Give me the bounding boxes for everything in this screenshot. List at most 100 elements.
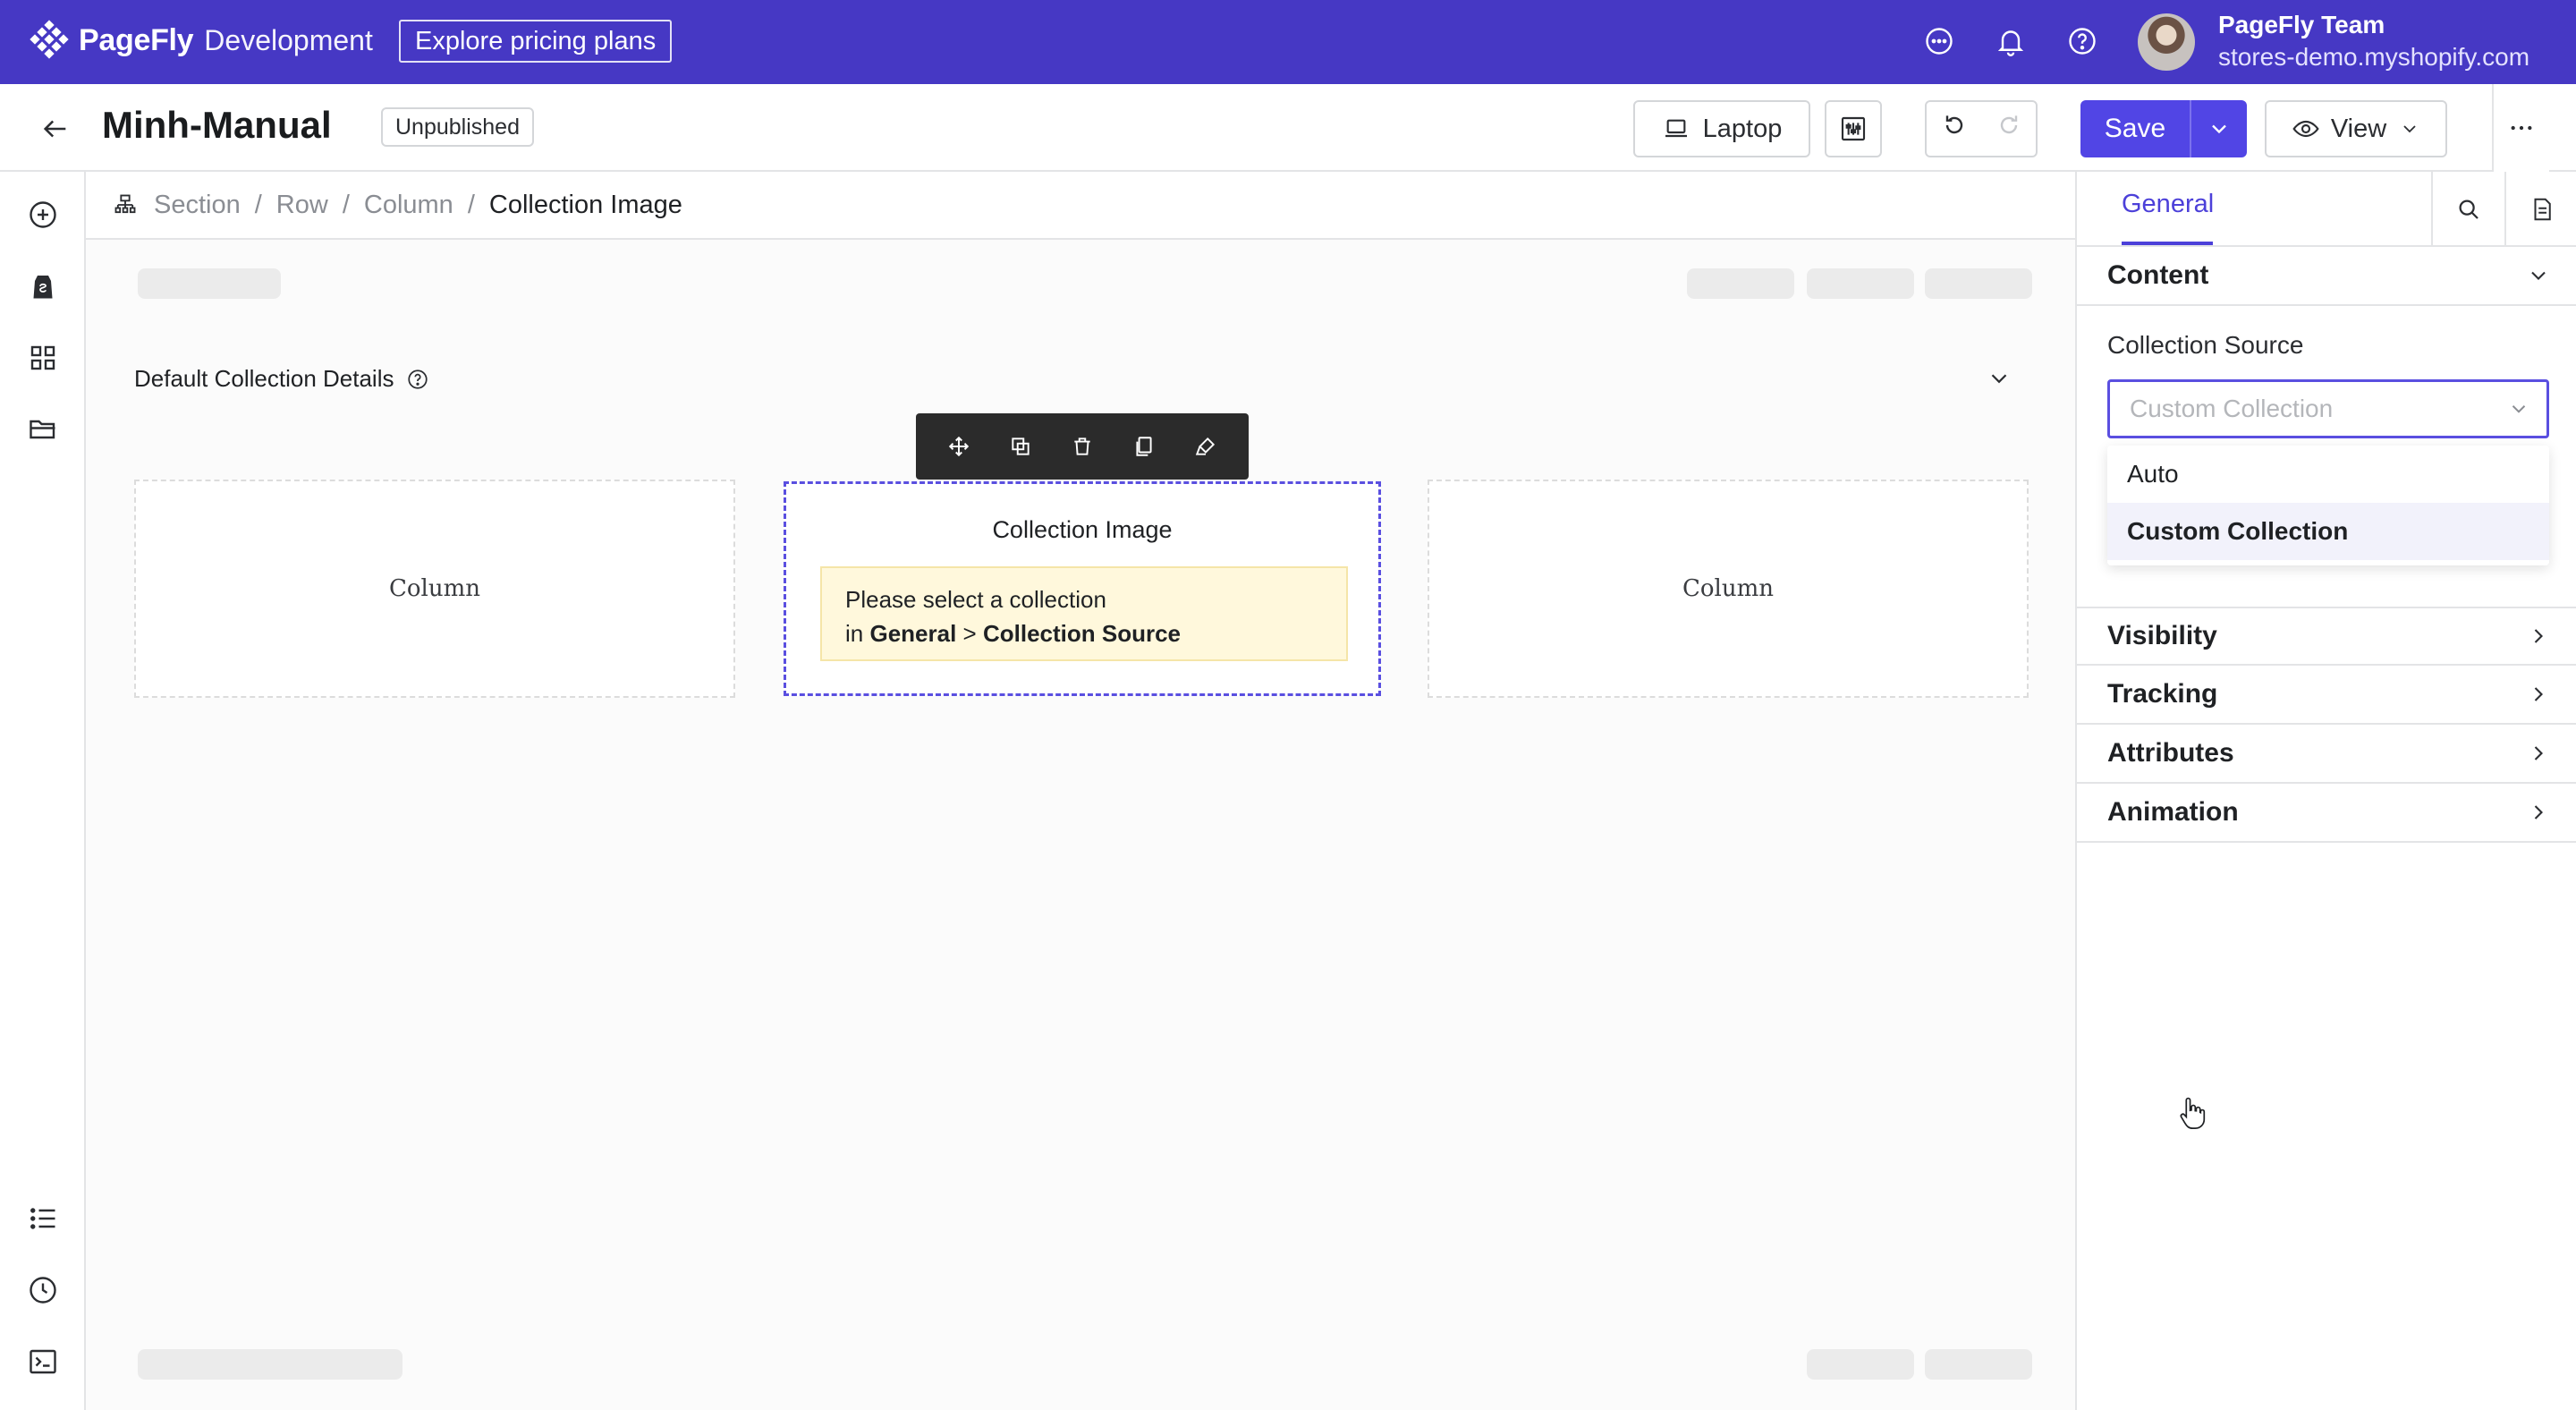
avatar[interactable] bbox=[2138, 13, 2195, 71]
collection-details-heading[interactable]: Default Collection Details bbox=[134, 365, 429, 393]
explore-pricing-button[interactable]: Explore pricing plans bbox=[399, 20, 673, 63]
skeleton-placeholder bbox=[1687, 268, 1794, 299]
grid-icon[interactable] bbox=[25, 340, 61, 376]
section-animation[interactable]: Animation bbox=[2077, 784, 2576, 843]
section-animation-label: Animation bbox=[2107, 797, 2239, 827]
document-icon[interactable] bbox=[2504, 172, 2576, 247]
skeleton-placeholder bbox=[1807, 268, 1914, 299]
collection-image-element[interactable]: Collection Image Please select a collect… bbox=[784, 481, 1381, 696]
hand-cursor-icon bbox=[2180, 1097, 2206, 1129]
section-content-label: Content bbox=[2107, 260, 2209, 290]
option-auto[interactable]: Auto bbox=[2107, 446, 2549, 503]
collection-warning: Please select a collection in General > … bbox=[820, 566, 1348, 661]
chevron-right-icon bbox=[2534, 687, 2543, 701]
tab-general[interactable]: General bbox=[2122, 190, 2214, 219]
back-button[interactable] bbox=[36, 109, 75, 149]
chevron-right-icon bbox=[2534, 746, 2543, 760]
skeleton-placeholder bbox=[1807, 1349, 1914, 1380]
option-custom-collection[interactable]: Custom Collection bbox=[2107, 503, 2549, 560]
page-settings-button[interactable] bbox=[1825, 100, 1882, 157]
breadcrumb-separator: / bbox=[467, 190, 475, 219]
laptop-icon bbox=[1665, 119, 1687, 138]
collection-image-title: Collection Image bbox=[992, 516, 1173, 543]
chevron-down-icon bbox=[2212, 124, 2226, 134]
column-label: Column bbox=[388, 575, 480, 602]
brand-name: PageFly bbox=[79, 22, 194, 57]
folder-icon[interactable] bbox=[25, 412, 61, 447]
section-tracking[interactable]: Tracking bbox=[2077, 666, 2576, 725]
chevron-down-icon bbox=[2403, 125, 2416, 133]
breadcrumb-column[interactable]: Column bbox=[364, 191, 453, 220]
tab-active-indicator bbox=[2122, 242, 2213, 245]
pagefly-logo-icon bbox=[30, 20, 69, 59]
breadcrumb-row[interactable]: Row bbox=[276, 191, 328, 220]
warning-line-2: in General > Collection Source bbox=[845, 616, 1323, 650]
add-element-icon[interactable] bbox=[25, 197, 61, 233]
help-icon[interactable] bbox=[2064, 23, 2100, 59]
collection-heading-text: Default Collection Details bbox=[134, 365, 394, 392]
section-visibility[interactable]: Visibility bbox=[2077, 607, 2576, 666]
skeleton-placeholder bbox=[1925, 1349, 2032, 1380]
delete-icon[interactable] bbox=[1064, 429, 1100, 464]
redo-icon[interactable] bbox=[1995, 111, 2023, 147]
breadcrumb-section[interactable]: Section bbox=[154, 191, 241, 220]
user-store: stores-demo.myshopify.com bbox=[2218, 43, 2530, 71]
section-tracking-label: Tracking bbox=[2107, 679, 2218, 709]
warning-in: in bbox=[845, 620, 864, 647]
terminal-icon[interactable] bbox=[25, 1344, 61, 1380]
warning-source: Collection Source bbox=[982, 620, 1182, 647]
collection-source-label: Collection Source bbox=[2107, 331, 2304, 359]
bell-icon[interactable] bbox=[1993, 23, 2029, 59]
collection-source-select[interactable]: Custom Collection bbox=[2107, 379, 2549, 438]
skeleton-placeholder bbox=[1925, 268, 2032, 299]
save-group: Save bbox=[2080, 100, 2247, 157]
skeleton-placeholder bbox=[138, 268, 281, 299]
user-name: PageFly Team bbox=[2218, 11, 2385, 38]
pagefly-logo[interactable]: PageFly Development bbox=[29, 20, 373, 61]
breadcrumb-current: Collection Image bbox=[488, 190, 682, 219]
search-icon[interactable] bbox=[2431, 172, 2504, 247]
warning-gt: > bbox=[962, 620, 977, 647]
more-options-button[interactable] bbox=[2492, 84, 2549, 172]
device-selector-button[interactable]: Laptop bbox=[1633, 100, 1810, 157]
warning-line-1: Please select a collection bbox=[845, 586, 1106, 613]
section-attributes-label: Attributes bbox=[2107, 738, 2234, 768]
list-icon[interactable] bbox=[25, 1201, 61, 1236]
chevron-right-icon bbox=[2534, 629, 2543, 643]
move-icon[interactable] bbox=[941, 429, 977, 464]
shopify-icon[interactable] bbox=[25, 268, 61, 304]
more-horizontal-icon bbox=[2511, 125, 2532, 131]
arrow-left-icon bbox=[43, 120, 66, 138]
view-button[interactable]: View bbox=[2265, 100, 2447, 157]
save-button[interactable]: Save bbox=[2080, 100, 2190, 157]
breadcrumb: Section / Row / Column / Collection Imag… bbox=[86, 172, 2075, 240]
save-options-button[interactable] bbox=[2190, 100, 2247, 157]
column-right[interactable]: Column bbox=[1428, 480, 2029, 698]
environment-label: Development bbox=[204, 23, 373, 56]
device-label: Laptop bbox=[1702, 114, 1783, 143]
properties-panel: General Content Collection Source Custom… bbox=[2075, 172, 2576, 1410]
undo-redo-group bbox=[1925, 100, 2038, 157]
page-title: Minh-Manual bbox=[102, 104, 332, 146]
select-value: Custom Collection bbox=[2130, 395, 2334, 422]
breadcrumb-separator: / bbox=[254, 190, 262, 219]
help-icon[interactable] bbox=[406, 368, 429, 391]
sliders-icon bbox=[1841, 116, 1866, 141]
panel-tabs: General bbox=[2077, 172, 2576, 247]
section-attributes[interactable]: Attributes bbox=[2077, 725, 2576, 784]
style-icon[interactable] bbox=[1188, 429, 1224, 464]
chevron-down-icon[interactable] bbox=[1986, 365, 2012, 392]
section-content[interactable]: Content bbox=[2077, 247, 2576, 306]
column-left[interactable]: Column bbox=[134, 480, 735, 698]
breadcrumb-separator: / bbox=[342, 190, 350, 219]
column-label: Column bbox=[1682, 575, 1774, 602]
copy-icon[interactable] bbox=[1126, 429, 1162, 464]
history-icon[interactable] bbox=[25, 1272, 61, 1308]
chevron-down-icon bbox=[2531, 271, 2546, 280]
undo-icon[interactable] bbox=[1940, 111, 1969, 147]
duplicate-icon[interactable] bbox=[1003, 429, 1038, 464]
left-sidebar bbox=[0, 172, 86, 1410]
chat-icon[interactable] bbox=[1921, 23, 1957, 59]
chevron-right-icon bbox=[2534, 805, 2543, 820]
element-toolbar bbox=[916, 413, 1249, 480]
